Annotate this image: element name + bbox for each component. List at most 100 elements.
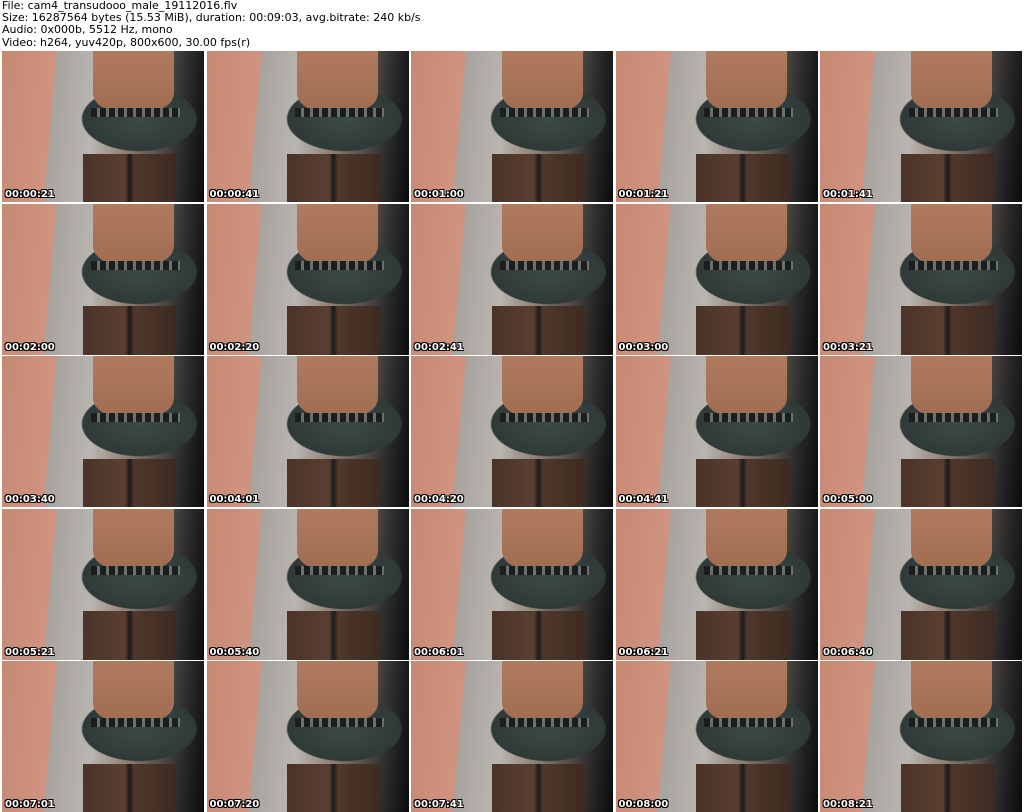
frame-detail bbox=[900, 458, 994, 507]
audio-info-line: Audio: 0x000b, 5512 Hz, mono bbox=[2, 23, 173, 37]
frame-detail bbox=[900, 763, 994, 812]
frame-detail bbox=[501, 203, 583, 264]
frame-detail bbox=[491, 611, 585, 660]
thumbnail-timestamp: 00:06:21 bbox=[618, 646, 669, 658]
video-frame-image bbox=[615, 51, 818, 202]
video-frame-image bbox=[2, 51, 204, 202]
frame-detail bbox=[910, 51, 992, 112]
video-frame-image bbox=[820, 508, 1022, 660]
video-frame-image bbox=[206, 508, 409, 660]
frame-detail bbox=[90, 413, 180, 423]
frame-detail bbox=[900, 611, 994, 660]
thumbnail-frame: 00:03:00 bbox=[615, 203, 818, 355]
thumbnail-frame: 00:08:21 bbox=[820, 661, 1022, 812]
frame-detail bbox=[287, 153, 381, 202]
frame-detail bbox=[900, 306, 994, 355]
thumbnail-frame: 00:00:41 bbox=[206, 51, 409, 202]
frame-detail bbox=[491, 763, 585, 812]
video-frame-image bbox=[615, 203, 818, 355]
frame-detail bbox=[491, 458, 585, 507]
thumbnail-frame: 00:07:01 bbox=[2, 661, 204, 812]
thumbnail-timestamp: 00:02:00 bbox=[5, 341, 55, 353]
video-frame-image bbox=[820, 203, 1022, 355]
thumbnail-timestamp: 00:08:00 bbox=[618, 799, 669, 810]
frame-detail bbox=[499, 413, 589, 423]
frame-detail bbox=[295, 260, 385, 270]
frame-detail bbox=[297, 508, 379, 569]
thumbnail-frame: 00:03:21 bbox=[820, 203, 1022, 355]
frame-detail bbox=[297, 51, 379, 112]
thumbnail-timestamp: 00:05:00 bbox=[823, 494, 873, 505]
frame-detail bbox=[90, 718, 180, 728]
frame-detail bbox=[82, 458, 176, 507]
thumbnail-timestamp: 00:01:21 bbox=[618, 189, 669, 200]
frame-detail bbox=[706, 51, 788, 112]
frame-detail bbox=[706, 661, 788, 722]
frame-detail bbox=[696, 153, 790, 202]
frame-detail bbox=[696, 763, 790, 812]
thumbnail-frame: 00:04:41 bbox=[615, 356, 818, 507]
thumbnail-frame: 00:04:20 bbox=[411, 356, 613, 507]
thumbnail-timestamp: 00:07:20 bbox=[209, 799, 260, 810]
thumbnail-timestamp: 00:05:21 bbox=[5, 646, 55, 658]
frame-detail bbox=[501, 356, 583, 417]
thumbnail-timestamp: 00:07:41 bbox=[414, 799, 464, 810]
frame-detail bbox=[82, 611, 176, 660]
frame-detail bbox=[696, 611, 790, 660]
thumbnail-frame: 00:06:01 bbox=[411, 508, 613, 660]
video-frame-image bbox=[615, 356, 818, 507]
thumbnail-frame: 00:07:41 bbox=[411, 661, 613, 812]
frame-detail bbox=[704, 565, 794, 575]
thumbnail-timestamp: 00:02:41 bbox=[414, 341, 464, 353]
thumbnail-frame: 00:00:21 bbox=[2, 51, 204, 202]
frame-detail bbox=[82, 153, 176, 202]
thumbnail-frame: 00:05:40 bbox=[206, 508, 409, 660]
frame-detail bbox=[501, 508, 583, 569]
thumbnail-timestamp: 00:05:40 bbox=[209, 646, 260, 658]
frame-detail bbox=[295, 108, 385, 118]
thumbnail-timestamp: 00:08:21 bbox=[823, 799, 873, 810]
video-frame-image bbox=[411, 51, 613, 202]
frame-detail bbox=[908, 108, 998, 118]
thumbnail-frame: 00:01:41 bbox=[820, 51, 1022, 202]
frame-detail bbox=[499, 260, 589, 270]
frame-detail bbox=[910, 356, 992, 417]
video-frame-image bbox=[820, 51, 1022, 202]
thumbnail-timestamp: 00:04:01 bbox=[209, 494, 260, 505]
thumbnail-timestamp: 00:06:01 bbox=[414, 646, 464, 658]
thumbnail-frame: 00:02:41 bbox=[411, 203, 613, 355]
frame-detail bbox=[910, 661, 992, 722]
thumbnail-timestamp: 00:02:20 bbox=[209, 341, 260, 353]
frame-detail bbox=[90, 260, 180, 270]
frame-detail bbox=[92, 661, 174, 722]
frame-detail bbox=[704, 718, 794, 728]
thumbnail-timestamp: 00:00:21 bbox=[5, 189, 55, 200]
video-info-line: Video: h264, yuv420p, 800x600, 30.00 fps… bbox=[2, 35, 251, 49]
frame-detail bbox=[706, 203, 788, 264]
video-frame-image bbox=[206, 51, 409, 202]
thumbnail-grid: 00:00:21 00:00:41 00:01:00 00:01:21 00:01:41… bbox=[0, 50, 1024, 812]
frame-detail bbox=[287, 611, 381, 660]
frame-detail bbox=[287, 458, 381, 507]
thumbnail-frame: 00:01:21 bbox=[615, 51, 818, 202]
frame-detail bbox=[491, 306, 585, 355]
frame-detail bbox=[92, 356, 174, 417]
frame-detail bbox=[908, 718, 998, 728]
video-frame-image bbox=[206, 356, 409, 507]
frame-detail bbox=[92, 508, 174, 569]
video-frame-image bbox=[615, 661, 818, 812]
frame-detail bbox=[908, 565, 998, 575]
frame-detail bbox=[910, 203, 992, 264]
thumbnail-timestamp: 00:03:21 bbox=[823, 341, 873, 353]
frame-detail bbox=[297, 356, 379, 417]
frame-detail bbox=[491, 153, 585, 202]
video-frame-image bbox=[411, 356, 613, 507]
thumbnail-timestamp: 00:01:00 bbox=[414, 189, 464, 200]
video-frame-image bbox=[206, 203, 409, 355]
video-frame-image bbox=[615, 508, 818, 660]
frame-detail bbox=[706, 356, 788, 417]
frame-detail bbox=[704, 260, 794, 270]
thumbnail-timestamp: 00:04:41 bbox=[618, 494, 669, 505]
frame-detail bbox=[908, 413, 998, 423]
video-frame-image bbox=[206, 661, 409, 812]
